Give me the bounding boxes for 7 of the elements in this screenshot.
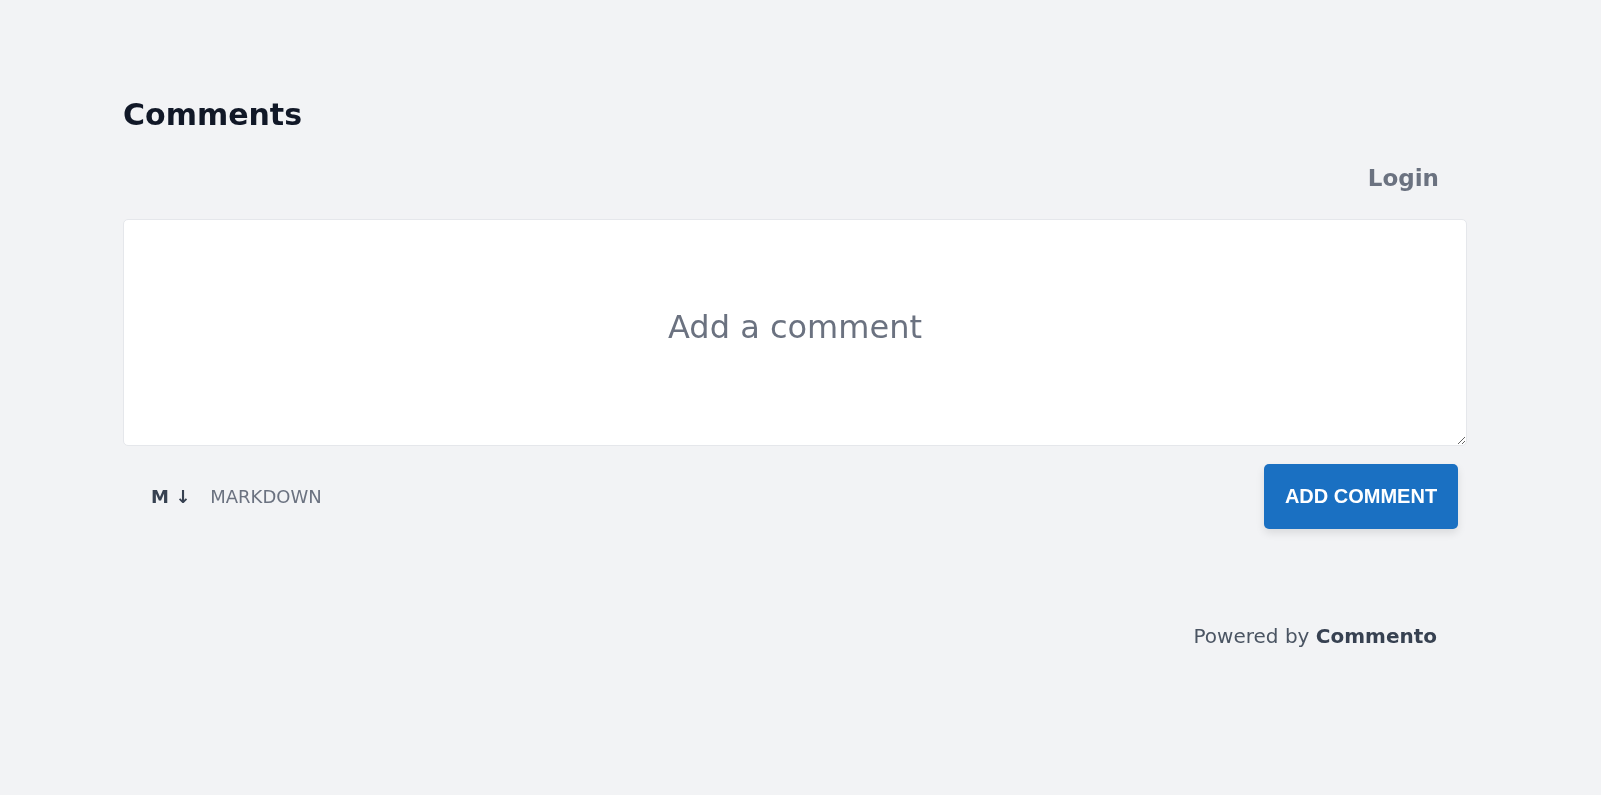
- comments-heading: Comments: [123, 96, 304, 134]
- comment-input-field[interactable]: Add a comment: [123, 219, 1467, 446]
- markdown-link[interactable]: MARKDOWN: [210, 486, 322, 507]
- powered-by-text: Powered by Commento: [1193, 624, 1437, 648]
- login-link[interactable]: Login: [1367, 163, 1439, 193]
- markdown-icon: M ↓: [151, 486, 191, 507]
- add-comment-button[interactable]: ADD COMMENT: [1264, 464, 1458, 529]
